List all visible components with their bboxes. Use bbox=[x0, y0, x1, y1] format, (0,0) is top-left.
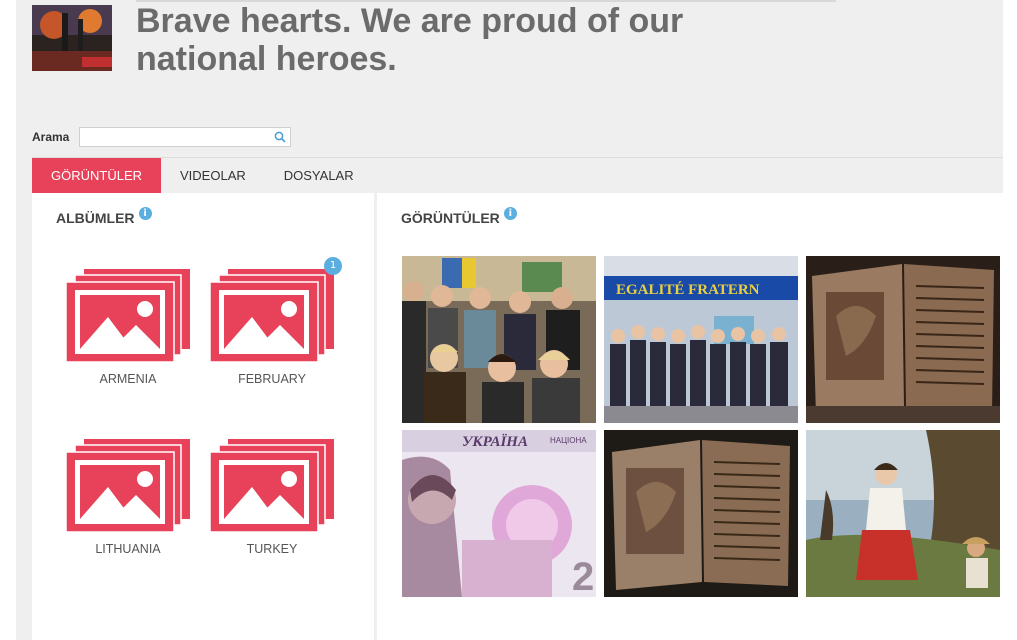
images-title: GÖRÜNTÜLER i bbox=[401, 206, 517, 226]
album-label: LITHUANIA bbox=[95, 542, 161, 556]
banknote-number: 2 bbox=[572, 555, 594, 597]
banknote-text: УКРАЇНА bbox=[462, 434, 528, 450]
image-thumb-school-group[interactable]: EGALITÉ FRATERN bbox=[604, 256, 798, 423]
images-title-text: GÖRÜNTÜLER bbox=[401, 210, 500, 226]
album-stack-icon bbox=[66, 439, 190, 533]
album-label: ARMENIA bbox=[99, 372, 157, 386]
albums-title: ALBÜMLER i bbox=[56, 206, 152, 226]
album-stack-icon bbox=[210, 439, 334, 533]
album-lithuania[interactable]: LITHUANIA bbox=[66, 439, 196, 579]
albums-panel: ALBÜMLER i ARMENIA 1 FEBRUARY LITHUANIA … bbox=[32, 193, 374, 640]
group-avatar[interactable] bbox=[32, 5, 112, 71]
page-title: Brave hearts. We are proud of our nation… bbox=[136, 2, 856, 78]
search-box bbox=[79, 127, 292, 147]
search-label: Arama bbox=[32, 130, 70, 144]
page: Brave hearts. We are proud of our nation… bbox=[16, 0, 1003, 640]
album-label: FEBRUARY bbox=[238, 372, 306, 386]
album-stack-icon bbox=[66, 269, 190, 363]
page-title-line-1: Brave hearts. We are proud of our bbox=[136, 2, 684, 40]
album-label: TURKEY bbox=[246, 542, 298, 556]
albums-title-text: ALBÜMLER bbox=[56, 210, 135, 226]
banner-text: EGALITÉ FRATERN bbox=[616, 281, 760, 298]
image-thumb-painting[interactable] bbox=[806, 430, 1000, 597]
search-input[interactable] bbox=[80, 128, 279, 146]
search-icon[interactable] bbox=[274, 131, 286, 143]
tab-images[interactable]: GÖRÜNTÜLER bbox=[32, 158, 162, 193]
image-thumb-banknote[interactable]: УКРАЇНА НАЦІОНА 2 bbox=[402, 430, 596, 597]
album-armenia[interactable]: ARMENIA bbox=[66, 269, 196, 409]
info-icon[interactable]: i bbox=[503, 206, 517, 220]
album-stack-icon bbox=[210, 269, 334, 363]
page-title-line-2: national heroes. bbox=[136, 40, 397, 78]
tab-files[interactable]: DOSYALAR bbox=[265, 158, 373, 193]
search-row: Arama bbox=[32, 126, 292, 148]
album-february[interactable]: 1 FEBRUARY bbox=[210, 257, 342, 409]
banknote-small-text: НАЦІОНА bbox=[550, 436, 587, 445]
album-count-badge: 1 bbox=[324, 257, 342, 275]
info-icon[interactable]: i bbox=[138, 206, 152, 220]
images-panel: GÖRÜNTÜLER i EGALITÉ FRATERN УКРАЇНА НАЦ… bbox=[377, 193, 1003, 640]
tab-videos[interactable]: VIDEOLAR bbox=[161, 158, 265, 193]
image-thumb-old-book-2[interactable] bbox=[604, 430, 798, 597]
tab-bar: GÖRÜNTÜLER VIDEOLAR DOSYALAR bbox=[32, 157, 1003, 193]
image-thumb-old-book[interactable] bbox=[806, 256, 1000, 423]
image-thumb-group-photo[interactable] bbox=[402, 256, 596, 423]
album-turkey[interactable]: TURKEY bbox=[210, 439, 340, 579]
